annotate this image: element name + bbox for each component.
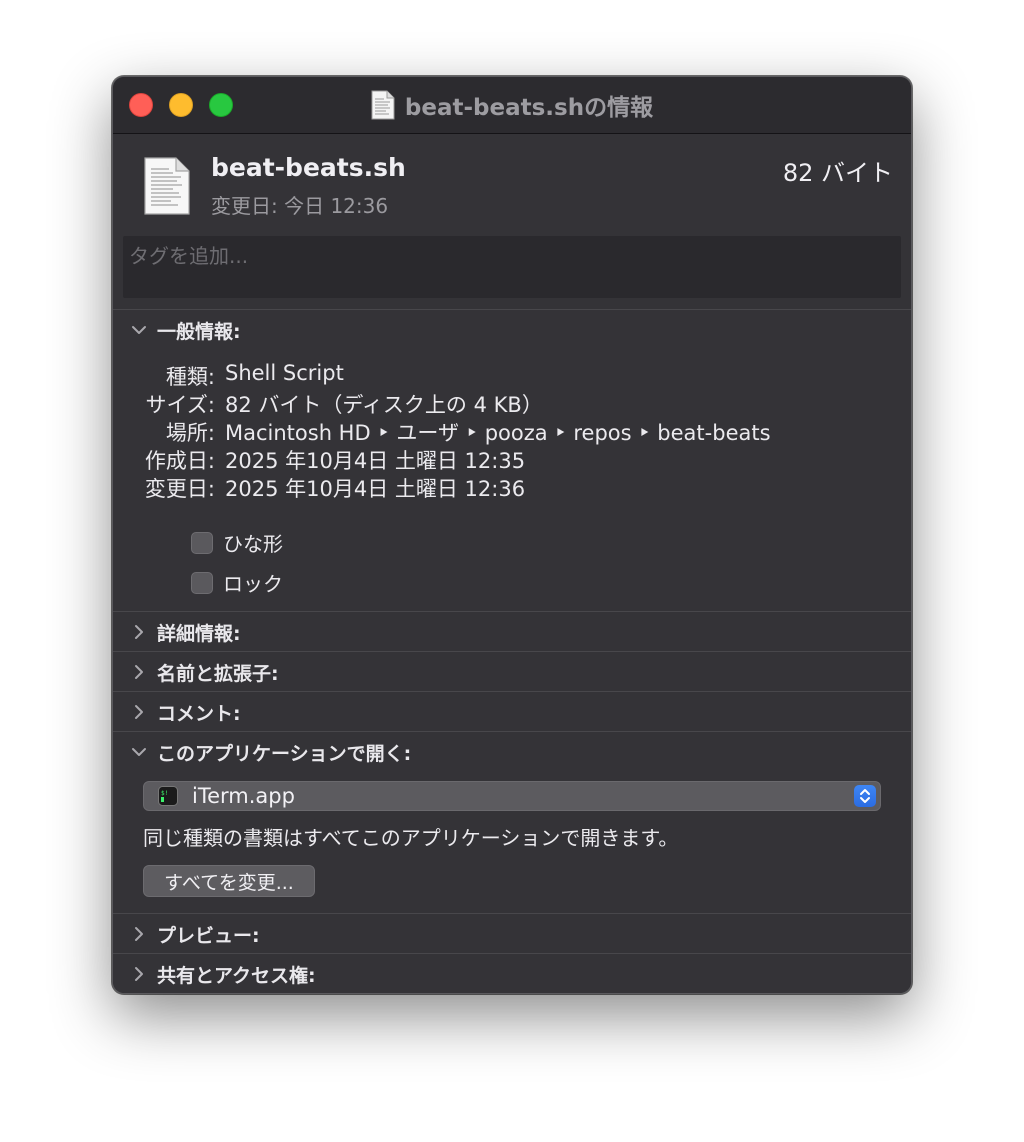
file-header: beat-beats.sh 変更日: 今日 12:36 82 バイト	[113, 134, 911, 229]
open-with-app-popup[interactable]: $! iTerm.app	[143, 781, 881, 811]
section-preview[interactable]: プレビュー:	[113, 914, 911, 954]
document-icon	[371, 90, 395, 120]
iterm-app-icon: $!	[158, 786, 178, 806]
window-title: beat-beats.shの情報	[404, 95, 654, 121]
chevron-down-icon	[132, 326, 146, 334]
get-info-window: beat-beats.shの情報 beat-beats.sh 変更日: 今日 1…	[112, 76, 912, 994]
location-value: Macintosh HD ‣ ユーザ ‣ pooza ‣ repos ‣ bea…	[225, 421, 771, 445]
kind-value: Shell Script	[225, 361, 344, 385]
svg-text:$!: $!	[161, 790, 168, 797]
chevron-right-icon	[135, 927, 143, 941]
section-open-with[interactable]: このアプリケーションで開く:	[113, 732, 911, 772]
open-with-note: 同じ種類の書類はすべてこのアプリケーションで開きます。	[143, 826, 679, 850]
chevron-down-icon	[132, 748, 146, 756]
chevron-right-icon	[135, 665, 143, 679]
modified-value: 2025 年10月4日 土曜日 12:36	[225, 477, 526, 501]
chevron-right-icon	[135, 967, 143, 981]
modified-label: 変更日:	[144, 477, 215, 501]
section-comments-label: コメント:	[157, 702, 241, 725]
window-title-group: beat-beats.shの情報	[113, 77, 911, 133]
file-size: 82 バイト	[782, 159, 893, 187]
section-general[interactable]: 一般情報:	[113, 310, 911, 350]
locked-checkbox[interactable]	[191, 571, 213, 594]
up-down-arrows-icon	[860, 789, 870, 803]
popup-stepper-icon[interactable]	[854, 785, 876, 807]
created-value: 2025 年10月4日 土曜日 12:35	[225, 449, 526, 473]
change-all-button[interactable]: すべてを変更...	[143, 865, 315, 897]
locked-checkbox-row[interactable]: ロック	[191, 568, 283, 597]
stationery-label: ひな形	[223, 532, 283, 556]
section-general-label: 一般情報:	[157, 320, 241, 343]
stationery-checkbox[interactable]	[191, 531, 213, 554]
section-more-info-label: 詳細情報:	[157, 622, 241, 645]
title-bar[interactable]: beat-beats.shの情報	[113, 77, 911, 134]
info-content: beat-beats.sh 変更日: 今日 12:36 82 バイト タグを追加…	[113, 134, 911, 993]
section-more-info[interactable]: 詳細情報:	[113, 612, 911, 652]
size-value: 82 バイト（ディスク上の 4 KB）	[225, 393, 543, 417]
created-label: 作成日:	[144, 449, 215, 473]
chevron-right-icon	[135, 625, 143, 639]
modified-summary: 変更日: 今日 12:36	[211, 194, 389, 218]
section-comments[interactable]: コメント:	[113, 692, 911, 732]
chevron-right-icon	[135, 705, 143, 719]
document-icon	[144, 157, 190, 215]
location-label: 場所:	[165, 421, 215, 445]
file-name: beat-beats.sh	[211, 153, 406, 182]
section-open-with-label: このアプリケーションで開く:	[157, 742, 412, 765]
locked-label: ロック	[223, 572, 283, 596]
size-label: サイズ:	[145, 393, 215, 417]
section-name-extension[interactable]: 名前と拡張子:	[113, 652, 911, 692]
section-name-extension-label: 名前と拡張子:	[157, 662, 279, 685]
section-sharing-permissions[interactable]: 共有とアクセス権:	[113, 954, 911, 993]
section-preview-label: プレビュー:	[157, 924, 260, 947]
tags-field[interactable]: タグを追加...	[123, 236, 901, 298]
selected-app-label: iTerm.app	[192, 784, 295, 808]
tags-placeholder: タグを追加...	[129, 244, 249, 268]
kind-label: 種類:	[165, 365, 215, 389]
stationery-checkbox-row[interactable]: ひな形	[191, 528, 283, 557]
section-sharing-label: 共有とアクセス権:	[157, 964, 316, 987]
